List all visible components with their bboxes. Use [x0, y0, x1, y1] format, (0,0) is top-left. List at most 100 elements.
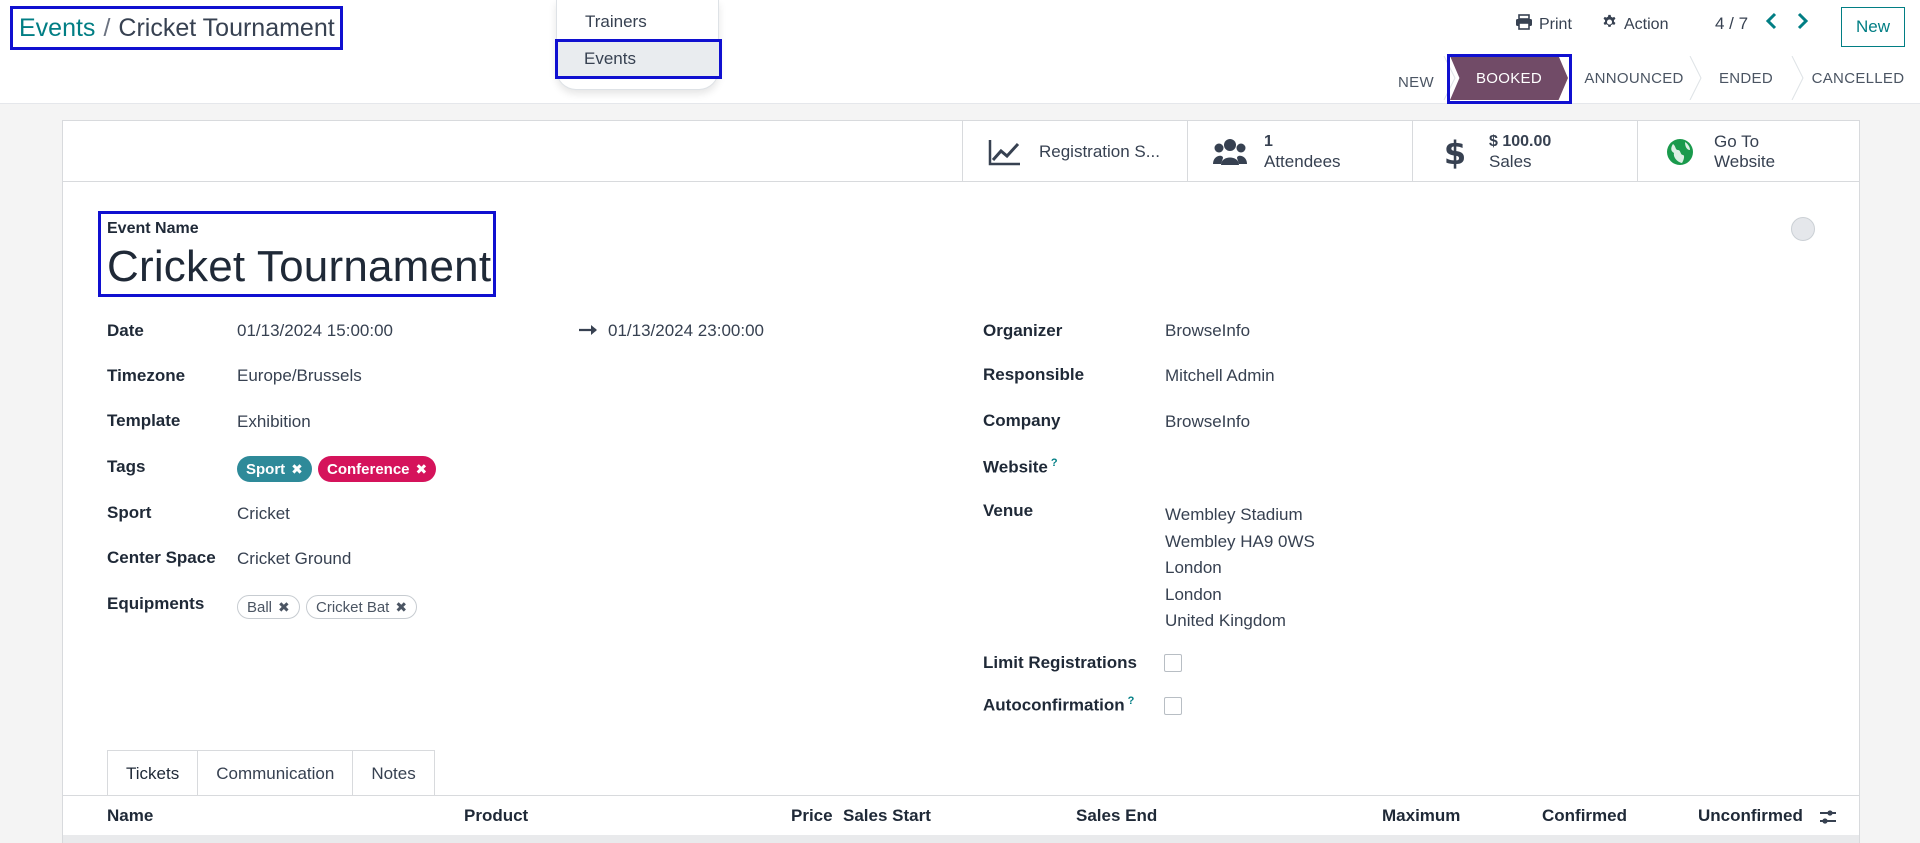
remove-tag-icon[interactable]: ✖: [395, 599, 407, 616]
event-name-label: Event Name: [107, 220, 199, 237]
column-header-sales-start[interactable]: Sales Start: [843, 806, 931, 826]
attendees-label: Attendees: [1264, 151, 1341, 171]
stage-cancelled[interactable]: CANCELLED: [1806, 56, 1910, 100]
column-header-product[interactable]: Product: [464, 806, 528, 826]
limit-registrations-checkbox[interactable]: [1164, 654, 1182, 672]
remove-tag-icon[interactable]: ✖: [278, 599, 290, 616]
line-chart-icon: [985, 138, 1025, 166]
priority-toggle[interactable]: [1791, 217, 1815, 241]
column-settings-icon[interactable]: [1819, 808, 1837, 831]
tab-tickets[interactable]: Tickets: [107, 750, 199, 796]
svg-text:$: $: [1444, 135, 1466, 169]
print-icon: [1515, 14, 1533, 35]
remove-tag-icon[interactable]: ✖: [416, 461, 428, 478]
tag-ball-label: Ball: [247, 598, 273, 616]
pager-value[interactable]: 4 / 7: [1715, 14, 1748, 34]
menu-item-events[interactable]: Events: [555, 39, 722, 79]
sales-label: Sales: [1489, 151, 1532, 171]
tags-label: Tags: [107, 457, 146, 476]
tab-communication[interactable]: Communication: [197, 750, 354, 796]
company-field[interactable]: BrowseInfo: [1165, 412, 1250, 432]
help-icon[interactable]: ?: [1128, 695, 1135, 707]
website-text: Go To Website: [1714, 132, 1775, 172]
sales-text: $ 100.00 Sales: [1489, 132, 1551, 172]
dollar-icon: $: [1435, 135, 1475, 169]
users-icon: [1210, 138, 1250, 166]
go-to-website-button[interactable]: Go To Website: [1637, 121, 1862, 182]
breadcrumb-current: Cricket Tournament: [118, 13, 335, 42]
organizer-field[interactable]: BrowseInfo: [1165, 321, 1250, 341]
event-name-value[interactable]: Cricket Tournament: [107, 242, 493, 292]
tag-conference-label: Conference: [327, 460, 410, 478]
remove-tag-icon[interactable]: ✖: [291, 461, 303, 478]
tickets-table-header: Name Product Price Sales Start Sales End…: [63, 796, 1859, 836]
chevron-left-icon[interactable]: [1765, 10, 1779, 37]
tag-cricket-bat[interactable]: Cricket Bat ✖: [306, 595, 418, 619]
print-button[interactable]: Print: [1515, 14, 1572, 35]
tag-conference[interactable]: Conference ✖: [318, 456, 437, 482]
website-line2: Website: [1714, 151, 1776, 171]
sales-button[interactable]: $ $ 100.00 Sales: [1412, 121, 1637, 182]
tag-sport[interactable]: Sport ✖: [237, 456, 312, 482]
autoconfirmation-checkbox[interactable]: [1164, 697, 1182, 715]
column-header-sales-end[interactable]: Sales End: [1076, 806, 1157, 826]
venue-line: London: [1165, 558, 1222, 577]
print-label: Print: [1539, 15, 1572, 33]
venue-label: Venue: [983, 501, 1034, 520]
organizer-label: Organizer: [983, 321, 1063, 340]
timezone-field[interactable]: Europe/Brussels: [237, 366, 362, 386]
stage-announced[interactable]: ANNOUNCED: [1580, 56, 1688, 100]
action-button[interactable]: Action: [1601, 14, 1668, 36]
autoconfirmation-label-text: Autoconfirmation: [983, 695, 1125, 715]
column-header-confirmed[interactable]: Confirmed: [1542, 806, 1627, 826]
breadcrumb-separator: /: [103, 13, 111, 42]
website-label-text: Website: [983, 457, 1048, 477]
column-header-name[interactable]: Name: [107, 806, 153, 826]
responsible-label: Responsible: [983, 365, 1085, 384]
tag-sport-label: Sport: [246, 460, 286, 478]
template-field[interactable]: Exhibition: [237, 412, 311, 432]
action-label: Action: [1624, 16, 1669, 33]
stage-separator: [1689, 56, 1702, 100]
gear-icon: [1601, 14, 1618, 36]
tag-ball[interactable]: Ball ✖: [237, 595, 300, 619]
menu-dropdown: Trainers Events: [555, 0, 722, 90]
tab-notes[interactable]: Notes: [352, 750, 435, 796]
menu-item-trainers[interactable]: Trainers: [557, 4, 720, 40]
date-start-field[interactable]: 01/13/2024 15:00:00: [237, 321, 393, 341]
column-header-price[interactable]: Price: [791, 806, 833, 826]
chevron-right-icon[interactable]: [1795, 10, 1809, 37]
notebook-tabs: Tickets Communication Notes: [107, 750, 435, 796]
control-panel: Events / Cricket Tournament Trainers Eve…: [0, 0, 1920, 104]
venue-address[interactable]: Wembley Stadium Wembley HA9 0WS London L…: [1165, 502, 1315, 635]
attendees-text: 1 Attendees: [1264, 132, 1341, 172]
stage-ended[interactable]: ENDED: [1702, 56, 1790, 100]
column-header-unconfirmed[interactable]: Unconfirmed: [1698, 806, 1803, 826]
column-header-maximum[interactable]: Maximum: [1382, 806, 1460, 826]
breadcrumb: Events / Cricket Tournament: [10, 6, 343, 50]
attendees-button[interactable]: 1 Attendees: [1187, 121, 1412, 182]
help-icon[interactable]: ?: [1051, 457, 1058, 469]
arrow-right-icon: [578, 321, 600, 344]
registration-stats-button[interactable]: Registration S...: [962, 121, 1187, 182]
smart-buttons-row: Registration S... 1 Attendees $ $ 100.00…: [63, 121, 1859, 182]
sales-amount: $ 100.00: [1489, 132, 1552, 150]
responsible-field[interactable]: Mitchell Admin: [1165, 366, 1275, 386]
sport-label: Sport: [107, 503, 152, 522]
new-button[interactable]: New: [1841, 7, 1905, 47]
breadcrumb-events-link[interactable]: Events: [19, 14, 95, 43]
registration-stats-label: Registration S...: [1039, 141, 1160, 161]
date-end-field[interactable]: 01/13/2024 23:00:00: [608, 321, 764, 341]
autoconfirmation-label: Autoconfirmation?: [983, 695, 1134, 716]
sport-field[interactable]: Cricket: [237, 504, 290, 524]
stage-new[interactable]: NEW: [1390, 60, 1442, 104]
equipments-label: Equipments: [107, 594, 205, 613]
table-body-row: [63, 835, 1859, 843]
company-label: Company: [983, 411, 1061, 430]
venue-line: Wembley HA9 0WS: [1165, 531, 1315, 551]
limit-registrations-label: Limit Registrations: [983, 653, 1137, 672]
attendees-count: 1: [1264, 132, 1273, 150]
center-space-field[interactable]: Cricket Ground: [237, 549, 351, 569]
event-name-field[interactable]: Event Name Cricket Tournament: [98, 211, 496, 297]
website-line1: Go To: [1714, 131, 1760, 151]
